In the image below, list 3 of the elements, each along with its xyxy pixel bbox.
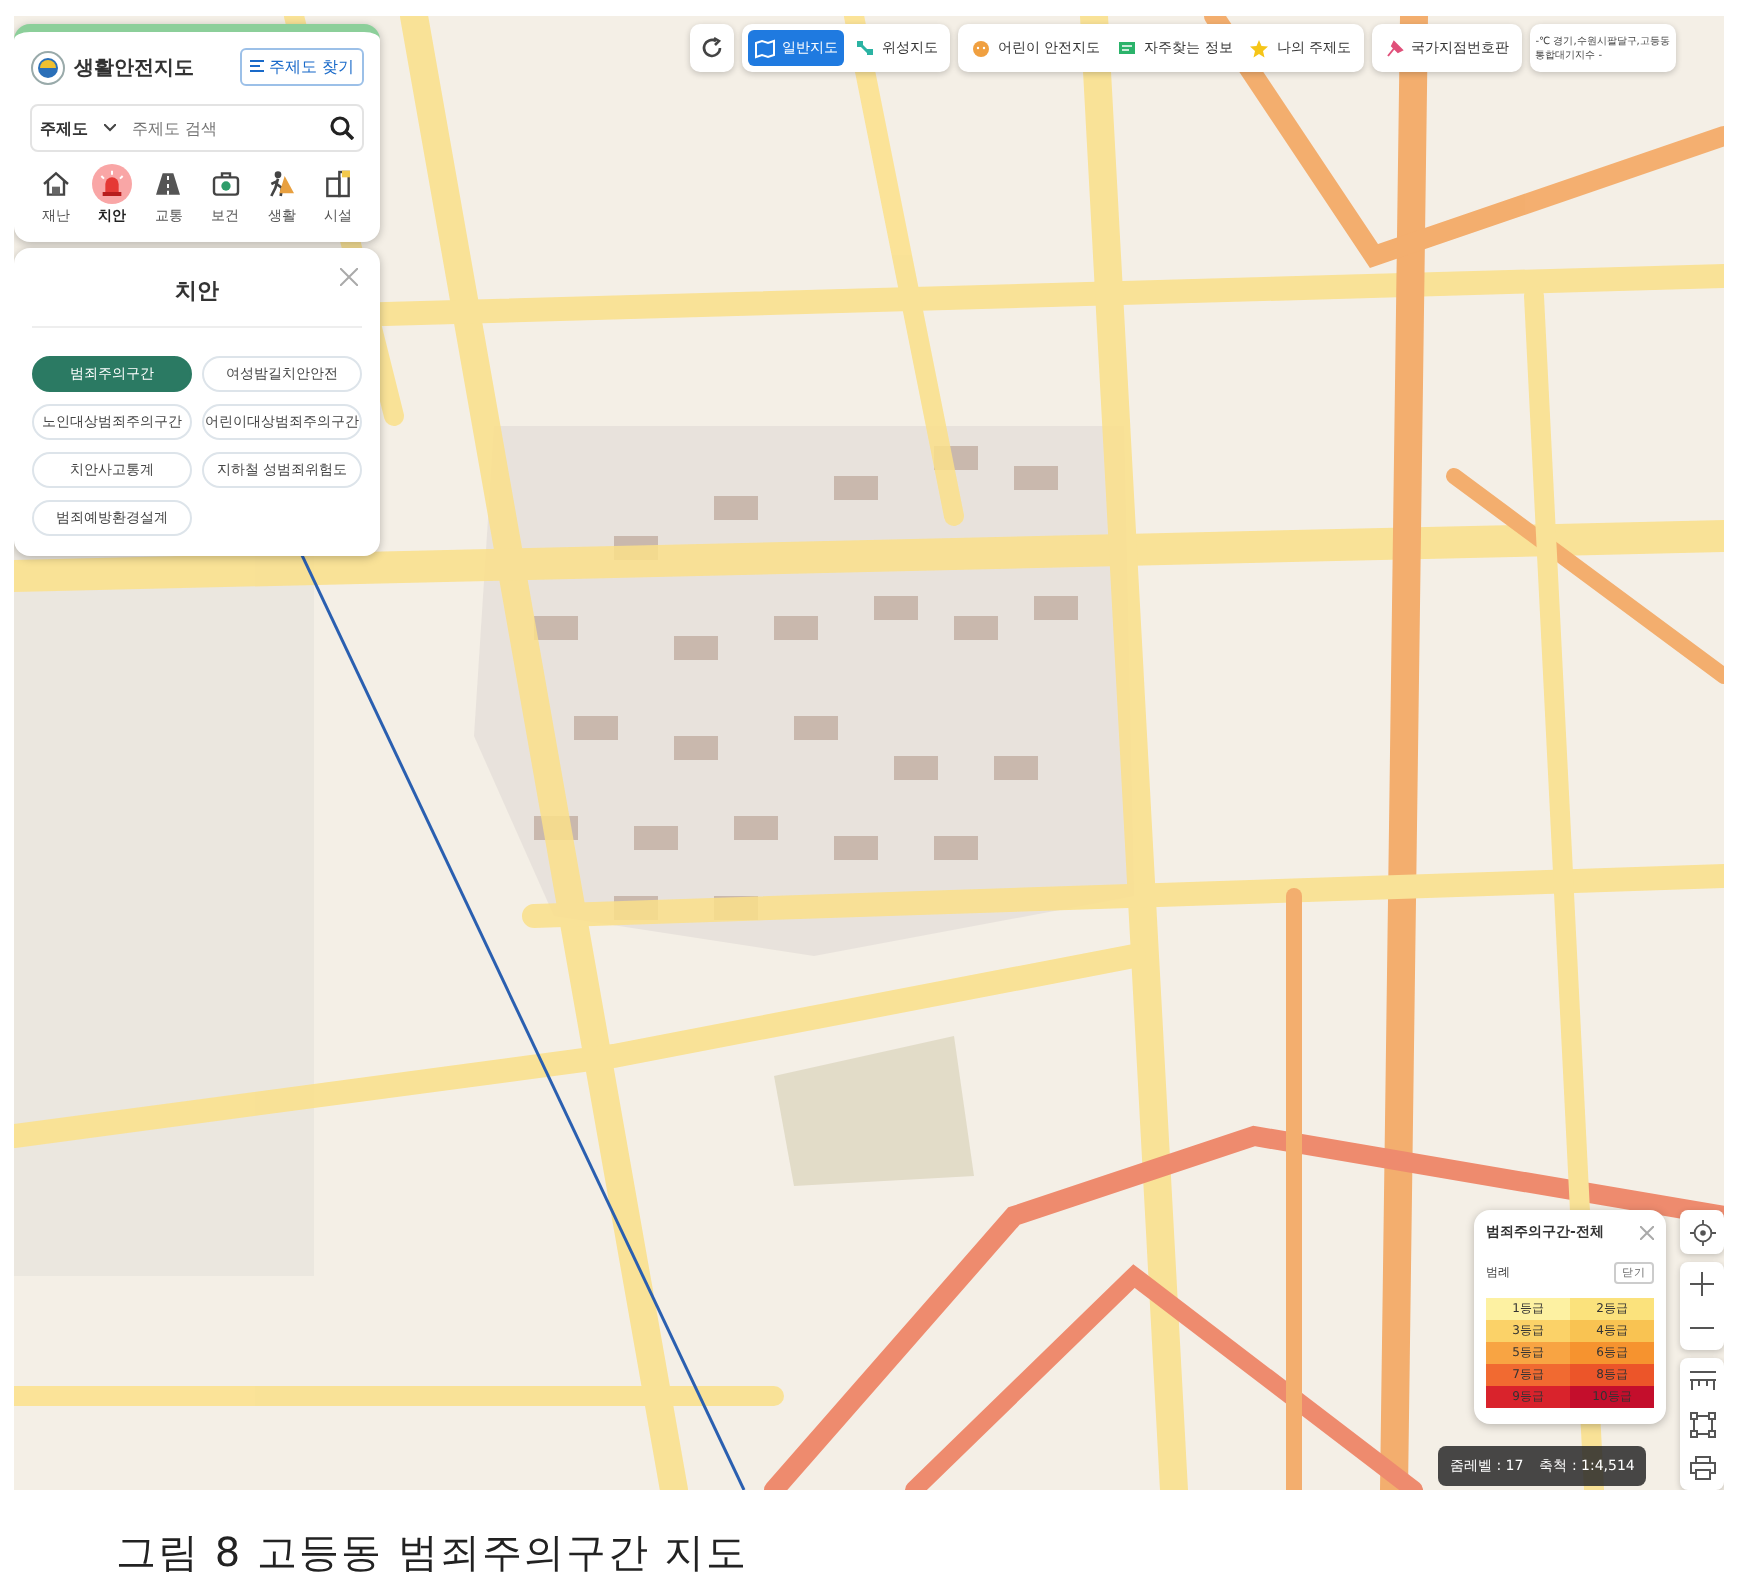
panel-title: 치안 (175, 278, 219, 304)
figure-caption: 그림 8 고등동 범죄주의구간 지도 (116, 1526, 751, 1580)
logo-text: 생활안전지도 (74, 55, 194, 81)
